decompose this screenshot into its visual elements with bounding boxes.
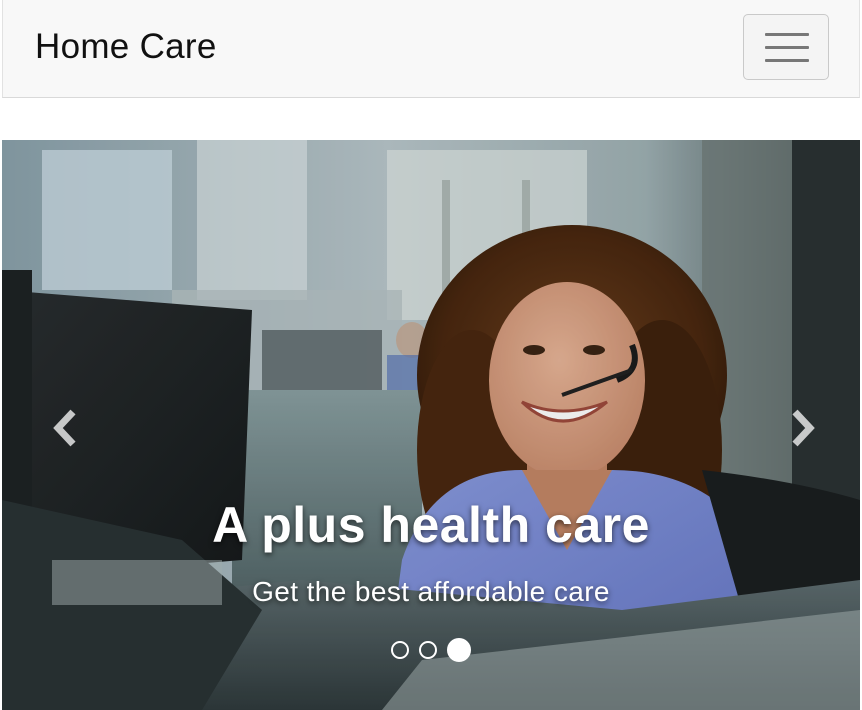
- carousel-indicator-3[interactable]: [447, 638, 471, 662]
- hamburger-menu-icon-bar: [765, 59, 809, 62]
- caption-title: A plus health care: [212, 497, 650, 553]
- chevron-left-icon: [53, 409, 76, 447]
- carousel-prev-button[interactable]: [2, 140, 132, 710]
- navbar-toggle-button[interactable]: [743, 14, 829, 80]
- hero-carousel: A plus health care Get the best affordab…: [2, 140, 860, 710]
- caption-text: Get the best affordable care: [252, 576, 610, 607]
- navbar: Home Care: [2, 0, 860, 98]
- hamburger-menu-icon: [765, 33, 809, 36]
- carousel-indicator-2[interactable]: [419, 641, 437, 659]
- carousel-next-button[interactable]: [730, 140, 860, 710]
- brand-link[interactable]: Home Care: [35, 26, 217, 68]
- carousel-indicators: [2, 638, 860, 662]
- carousel-indicator-1[interactable]: [391, 641, 409, 659]
- hamburger-menu-icon-bar: [765, 46, 809, 49]
- chevron-right-icon: [792, 409, 815, 447]
